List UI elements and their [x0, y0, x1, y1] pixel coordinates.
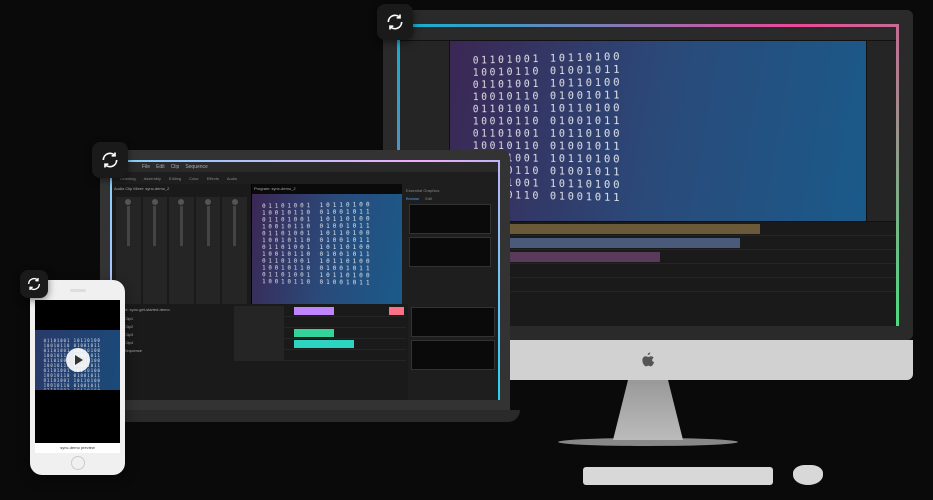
iphone-screen[interactable]: 01101001 10110100 10010110 01001011 0110…	[35, 300, 120, 453]
track-header[interactable]	[234, 328, 284, 338]
bin-item[interactable]: Sequence	[115, 346, 229, 354]
panel-title: Project: sync-get-started-demo	[115, 307, 229, 312]
sync-icon[interactable]	[20, 270, 48, 298]
menu-item[interactable]: File	[142, 164, 150, 170]
composition-preview[interactable]: 01101001 10110100 10010110 01001011 0110…	[450, 41, 866, 221]
video-preview[interactable]: 01101001 10110100 10010110 01001011 0110…	[35, 330, 120, 390]
mixer-channel[interactable]	[143, 197, 168, 309]
video-caption: sync-demo preview	[35, 443, 120, 453]
laptop: File Edit Clip Sequence Learning Assembl…	[100, 150, 510, 422]
menu-item[interactable]: Clip	[171, 164, 180, 170]
menu-item[interactable]: Edit	[156, 164, 165, 170]
mixer-channel[interactable]	[222, 197, 247, 309]
panel-thumb[interactable]	[411, 307, 495, 337]
sync-icon[interactable]	[377, 4, 413, 40]
keyboard	[583, 467, 773, 485]
workspace-tab[interactable]: Color	[189, 176, 199, 181]
right-panels[interactable]	[408, 304, 498, 404]
tab[interactable]: Edit	[425, 196, 432, 201]
project-panel[interactable]: Project: sync-get-started-demo Clip1 Cli…	[112, 304, 232, 404]
speaker	[70, 289, 86, 292]
track-header[interactable]	[234, 306, 284, 316]
track-header[interactable]	[234, 350, 284, 360]
workspace-tab[interactable]: Editing	[169, 176, 181, 181]
essential-graphics-panel[interactable]: Essential Graphics Browse Edit	[402, 184, 498, 304]
mouse	[793, 465, 823, 485]
audio-clip[interactable]	[294, 340, 354, 348]
audio-clip[interactable]	[294, 329, 334, 337]
graphics-template[interactable]	[409, 237, 491, 267]
panel-title: Audio Clip Mixer: sync-demo_2	[112, 184, 251, 193]
laptop-base	[90, 410, 520, 422]
track-header[interactable]	[234, 339, 284, 349]
mixer-channel[interactable]	[196, 197, 221, 309]
app-menubar[interactable]: File Edit Clip Sequence	[112, 162, 498, 172]
play-button[interactable]	[66, 348, 90, 372]
iphone: 01101001 10110100 10010110 01001011 0110…	[30, 280, 125, 475]
workspace-tab[interactable]: Audio	[227, 176, 237, 181]
bin-item[interactable]: Clip2	[115, 322, 229, 330]
editor-menubar[interactable]	[400, 27, 896, 41]
iphone-body: 01101001 10110100 10010110 01001011 0110…	[30, 280, 125, 475]
premiere-editor[interactable]: File Edit Clip Sequence Learning Assembl…	[112, 162, 498, 398]
track-header[interactable]	[234, 317, 284, 327]
program-monitor[interactable]: Program: sync-demo_2 01101001 10110100 1…	[252, 184, 402, 304]
bin-item[interactable]: Clip1	[115, 314, 229, 322]
tab[interactable]: Browse	[406, 196, 419, 201]
sync-icon[interactable]	[92, 142, 128, 178]
bin-item[interactable]: Clip3	[115, 330, 229, 338]
panel-title: Essential Graphics	[406, 188, 494, 193]
timeline-panel[interactable]	[232, 304, 408, 404]
laptop-screen: File Edit Clip Sequence Learning Assembl…	[100, 150, 510, 410]
bin-item[interactable]: Clip4	[115, 338, 229, 346]
mixer-channel[interactable]	[169, 197, 194, 309]
properties-panel[interactable]	[866, 41, 896, 221]
video-clip[interactable]	[389, 307, 404, 315]
imac-stand	[598, 380, 698, 440]
panel-title: Program: sync-demo_2	[252, 184, 402, 193]
graphics-template[interactable]	[409, 204, 491, 234]
workspace-tabs[interactable]: Learning Assembly Editing Color Effects …	[112, 172, 498, 184]
apple-logo-icon	[639, 351, 657, 369]
audio-mixer-panel[interactable]: Audio Clip Mixer: sync-demo_2	[112, 184, 252, 304]
video-clip[interactable]	[294, 307, 334, 315]
binary-visual: 01101001 10110100 10010110 01001011 0110…	[466, 41, 866, 221]
menu-item[interactable]: Sequence	[185, 164, 208, 170]
home-button[interactable]	[71, 456, 85, 470]
workspace-tab[interactable]: Assembly	[144, 176, 161, 181]
panel-thumb[interactable]	[411, 340, 495, 370]
workspace-tab[interactable]: Effects	[207, 176, 219, 181]
binary-visual: 01101001 10110100 10010110 01001011 0110…	[255, 193, 402, 304]
